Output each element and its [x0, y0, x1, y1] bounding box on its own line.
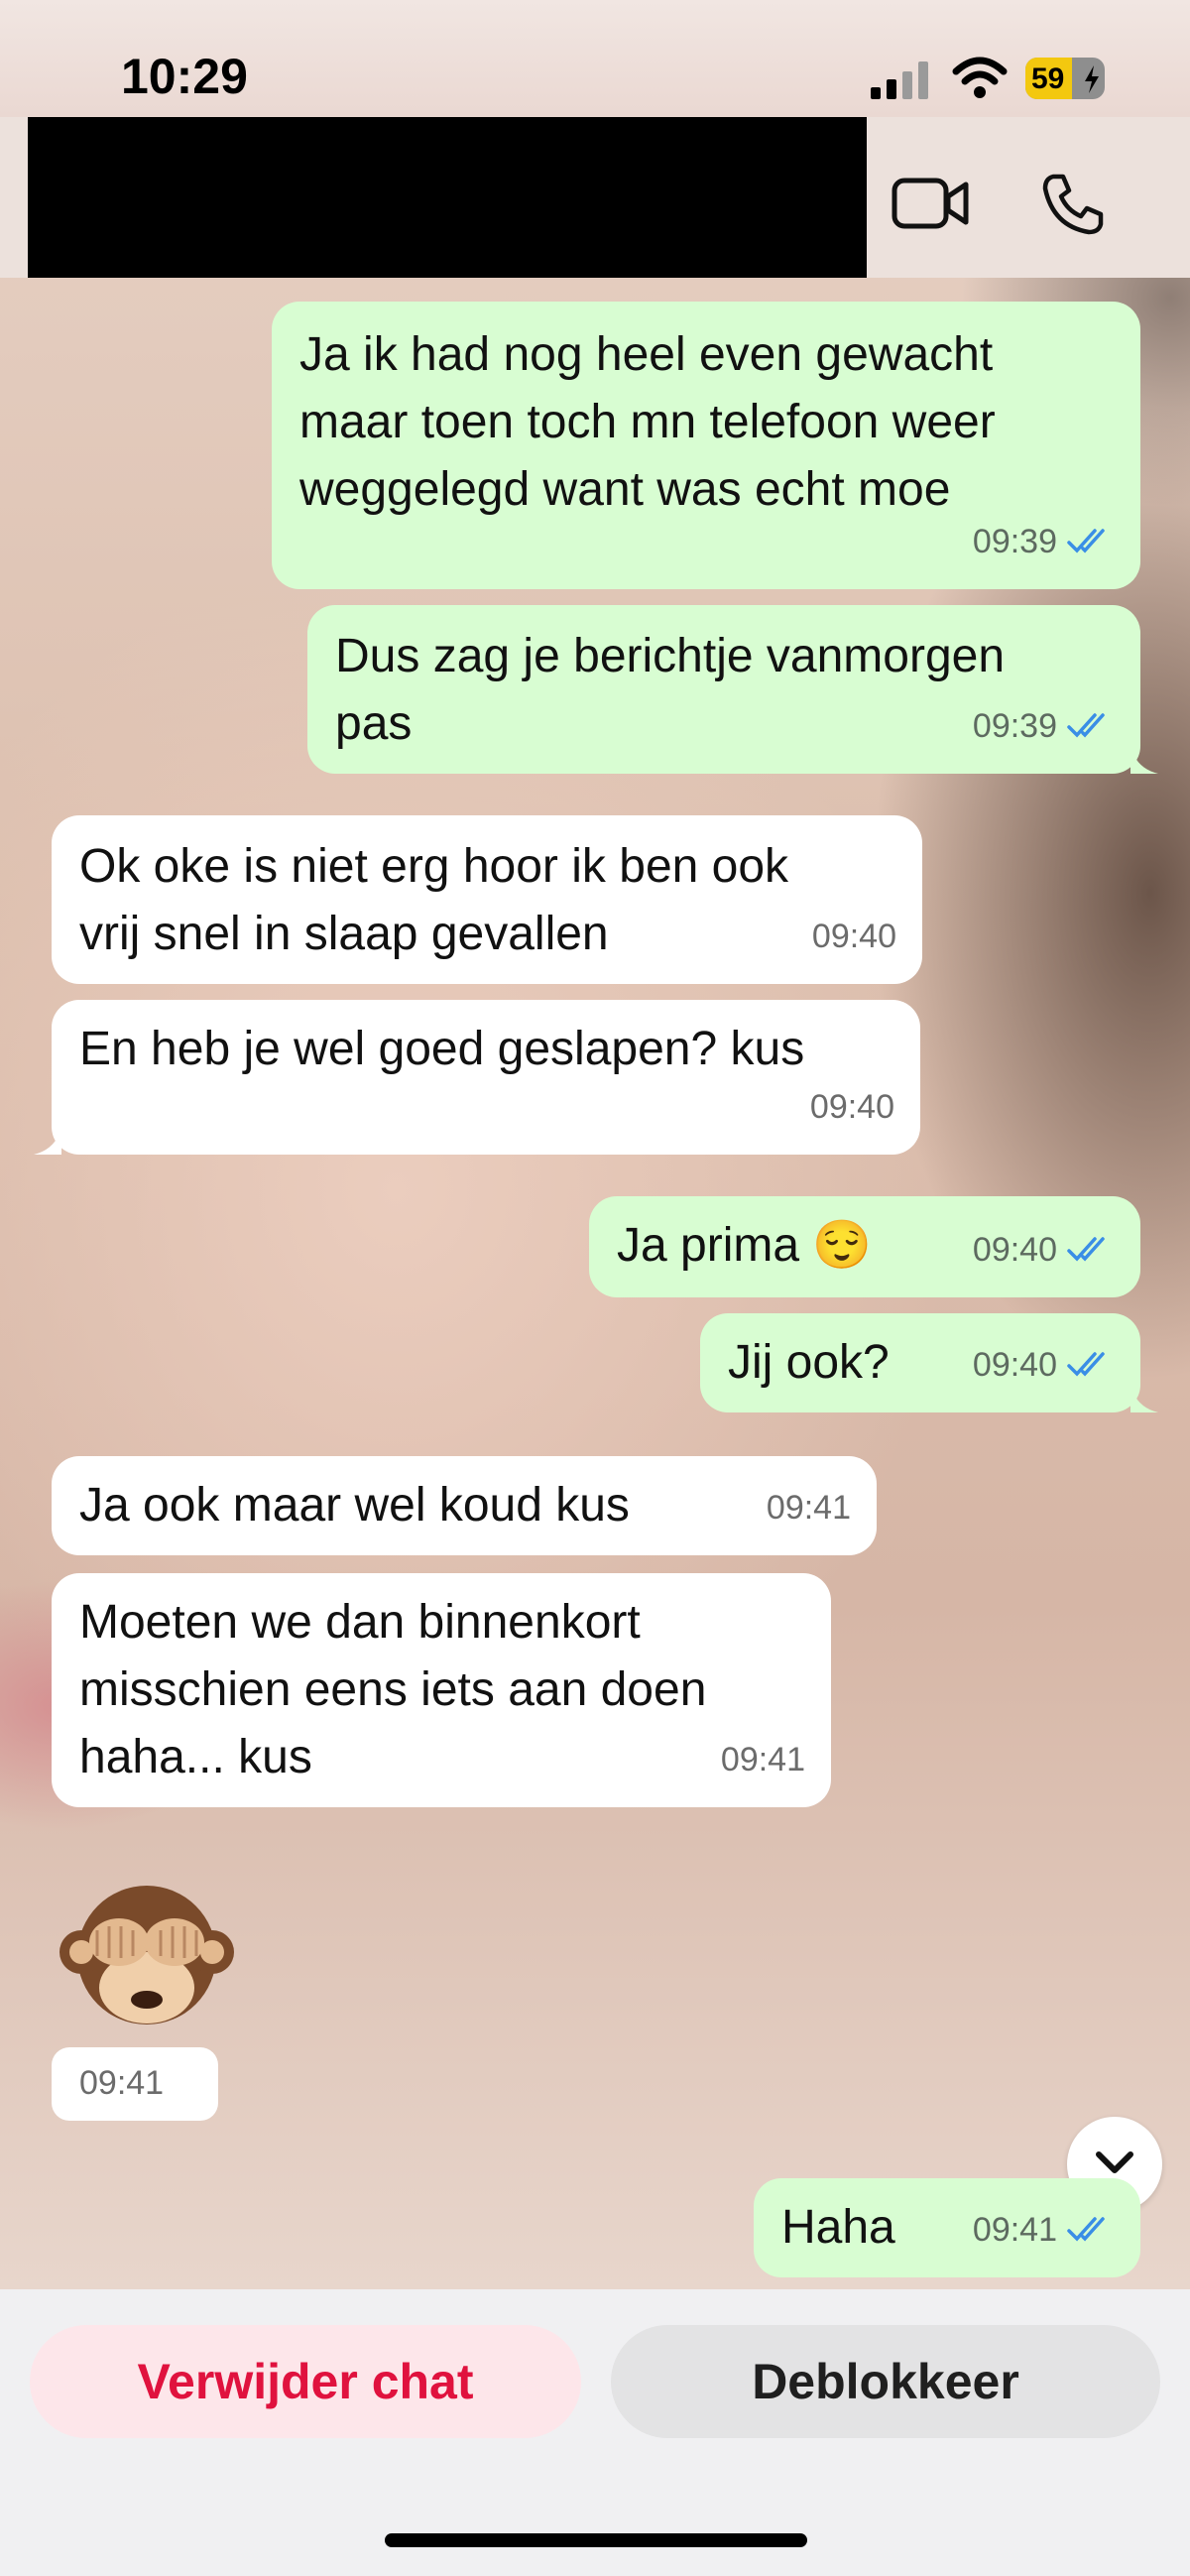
bubble-tail	[1130, 744, 1158, 774]
read-receipt-icon	[1067, 1237, 1105, 1262]
message-bubble-outgoing[interactable]: Ja prima 😌 09:40	[589, 1196, 1140, 1297]
delete-chat-button[interactable]: Verwijder chat	[30, 2325, 581, 2438]
phone-icon[interactable]	[1039, 171, 1107, 238]
message-time: 09:40	[809, 1088, 894, 1126]
message-bubble-outgoing[interactable]: Haha 09:41	[754, 2178, 1140, 2277]
contact-name-redacted[interactable]	[28, 117, 867, 278]
chevron-down-icon	[1096, 2151, 1133, 2173]
message-text: Ja ook maar wel koud kus	[79, 1479, 630, 1532]
message-time: 09:41	[972, 2211, 1057, 2249]
message-bubble-outgoing[interactable]: Jij ook? 09:40	[700, 1313, 1140, 1412]
message-bubble-incoming[interactable]: Moeten we dan binnenkort misschien eens …	[52, 1573, 831, 1807]
bubble-tail	[34, 1125, 61, 1155]
message-meta: 09:41	[721, 1726, 805, 1793]
message-time: 09:40	[972, 1231, 1057, 1269]
message-text: En heb je wel goed geslapen? kus	[79, 1023, 805, 1075]
message-bubble-outgoing[interactable]: Ja ik had nog heel even gewacht maar toe…	[272, 302, 1140, 589]
message-meta: 09:40	[973, 1331, 1115, 1399]
message-time: 09:40	[811, 918, 896, 955]
message-bubble-incoming[interactable]: En heb je wel goed geslapen? kus 09:40	[52, 1000, 920, 1155]
read-receipt-icon	[1067, 529, 1105, 553]
message-bubble-incoming[interactable]: Ok oke is niet erg hoor ik ben ook vrij …	[52, 815, 922, 984]
read-receipt-icon	[1067, 1352, 1105, 1377]
battery-percentage: 59	[1031, 62, 1065, 95]
bubble-tail	[1130, 1383, 1158, 1412]
message-meta: 09:39	[973, 508, 1115, 575]
message-meta: 09:41	[973, 2196, 1115, 2264]
message-meta: 09:41	[767, 1474, 851, 1541]
message-bubble-incoming[interactable]: Ja ook maar wel koud kus 09:41	[52, 1456, 877, 1555]
wifi-icon	[952, 57, 1008, 98]
home-indicator[interactable]	[385, 2533, 807, 2547]
battery-icon: 59	[1025, 58, 1105, 99]
message-bubble-outgoing[interactable]: Dus zag je berichtje vanmorgen pas 09:39	[307, 605, 1140, 774]
message-meta: 09:40	[973, 1216, 1115, 1284]
message-time: 09:40	[972, 1346, 1057, 1384]
message-text: Ok oke is niet erg hoor ik ben ook vrij …	[79, 840, 789, 960]
message-text: Ja ik had nog heel even gewacht maar toe…	[299, 328, 996, 516]
video-camera-icon[interactable]	[891, 171, 970, 236]
message-meta: 09:40	[812, 903, 896, 970]
see-no-evil-monkey-sticker[interactable]	[58, 1861, 236, 2039]
message-time: 09:41	[766, 1489, 851, 1527]
unblock-button[interactable]: Deblokkeer	[611, 2325, 1160, 2438]
sticker-time-badge: 09:41	[52, 2047, 218, 2121]
message-text: Moeten we dan binnenkort misschien eens …	[79, 1596, 707, 1783]
message-meta: 09:39	[973, 692, 1115, 760]
message-meta: 09:40	[810, 1073, 894, 1141]
status-bar: 10:29 59	[0, 0, 1190, 117]
read-receipt-icon	[1067, 713, 1105, 738]
message-time: 09:39	[972, 523, 1057, 560]
cellular-signal-icon	[871, 61, 930, 99]
message-time: 09:41	[79, 2064, 165, 2102]
message-time: 09:41	[720, 1741, 805, 1779]
charging-bolt-icon	[1085, 65, 1099, 93]
status-time: 10:29	[121, 49, 248, 104]
message-time: 09:39	[972, 707, 1057, 745]
read-receipt-icon	[1067, 2217, 1105, 2242]
